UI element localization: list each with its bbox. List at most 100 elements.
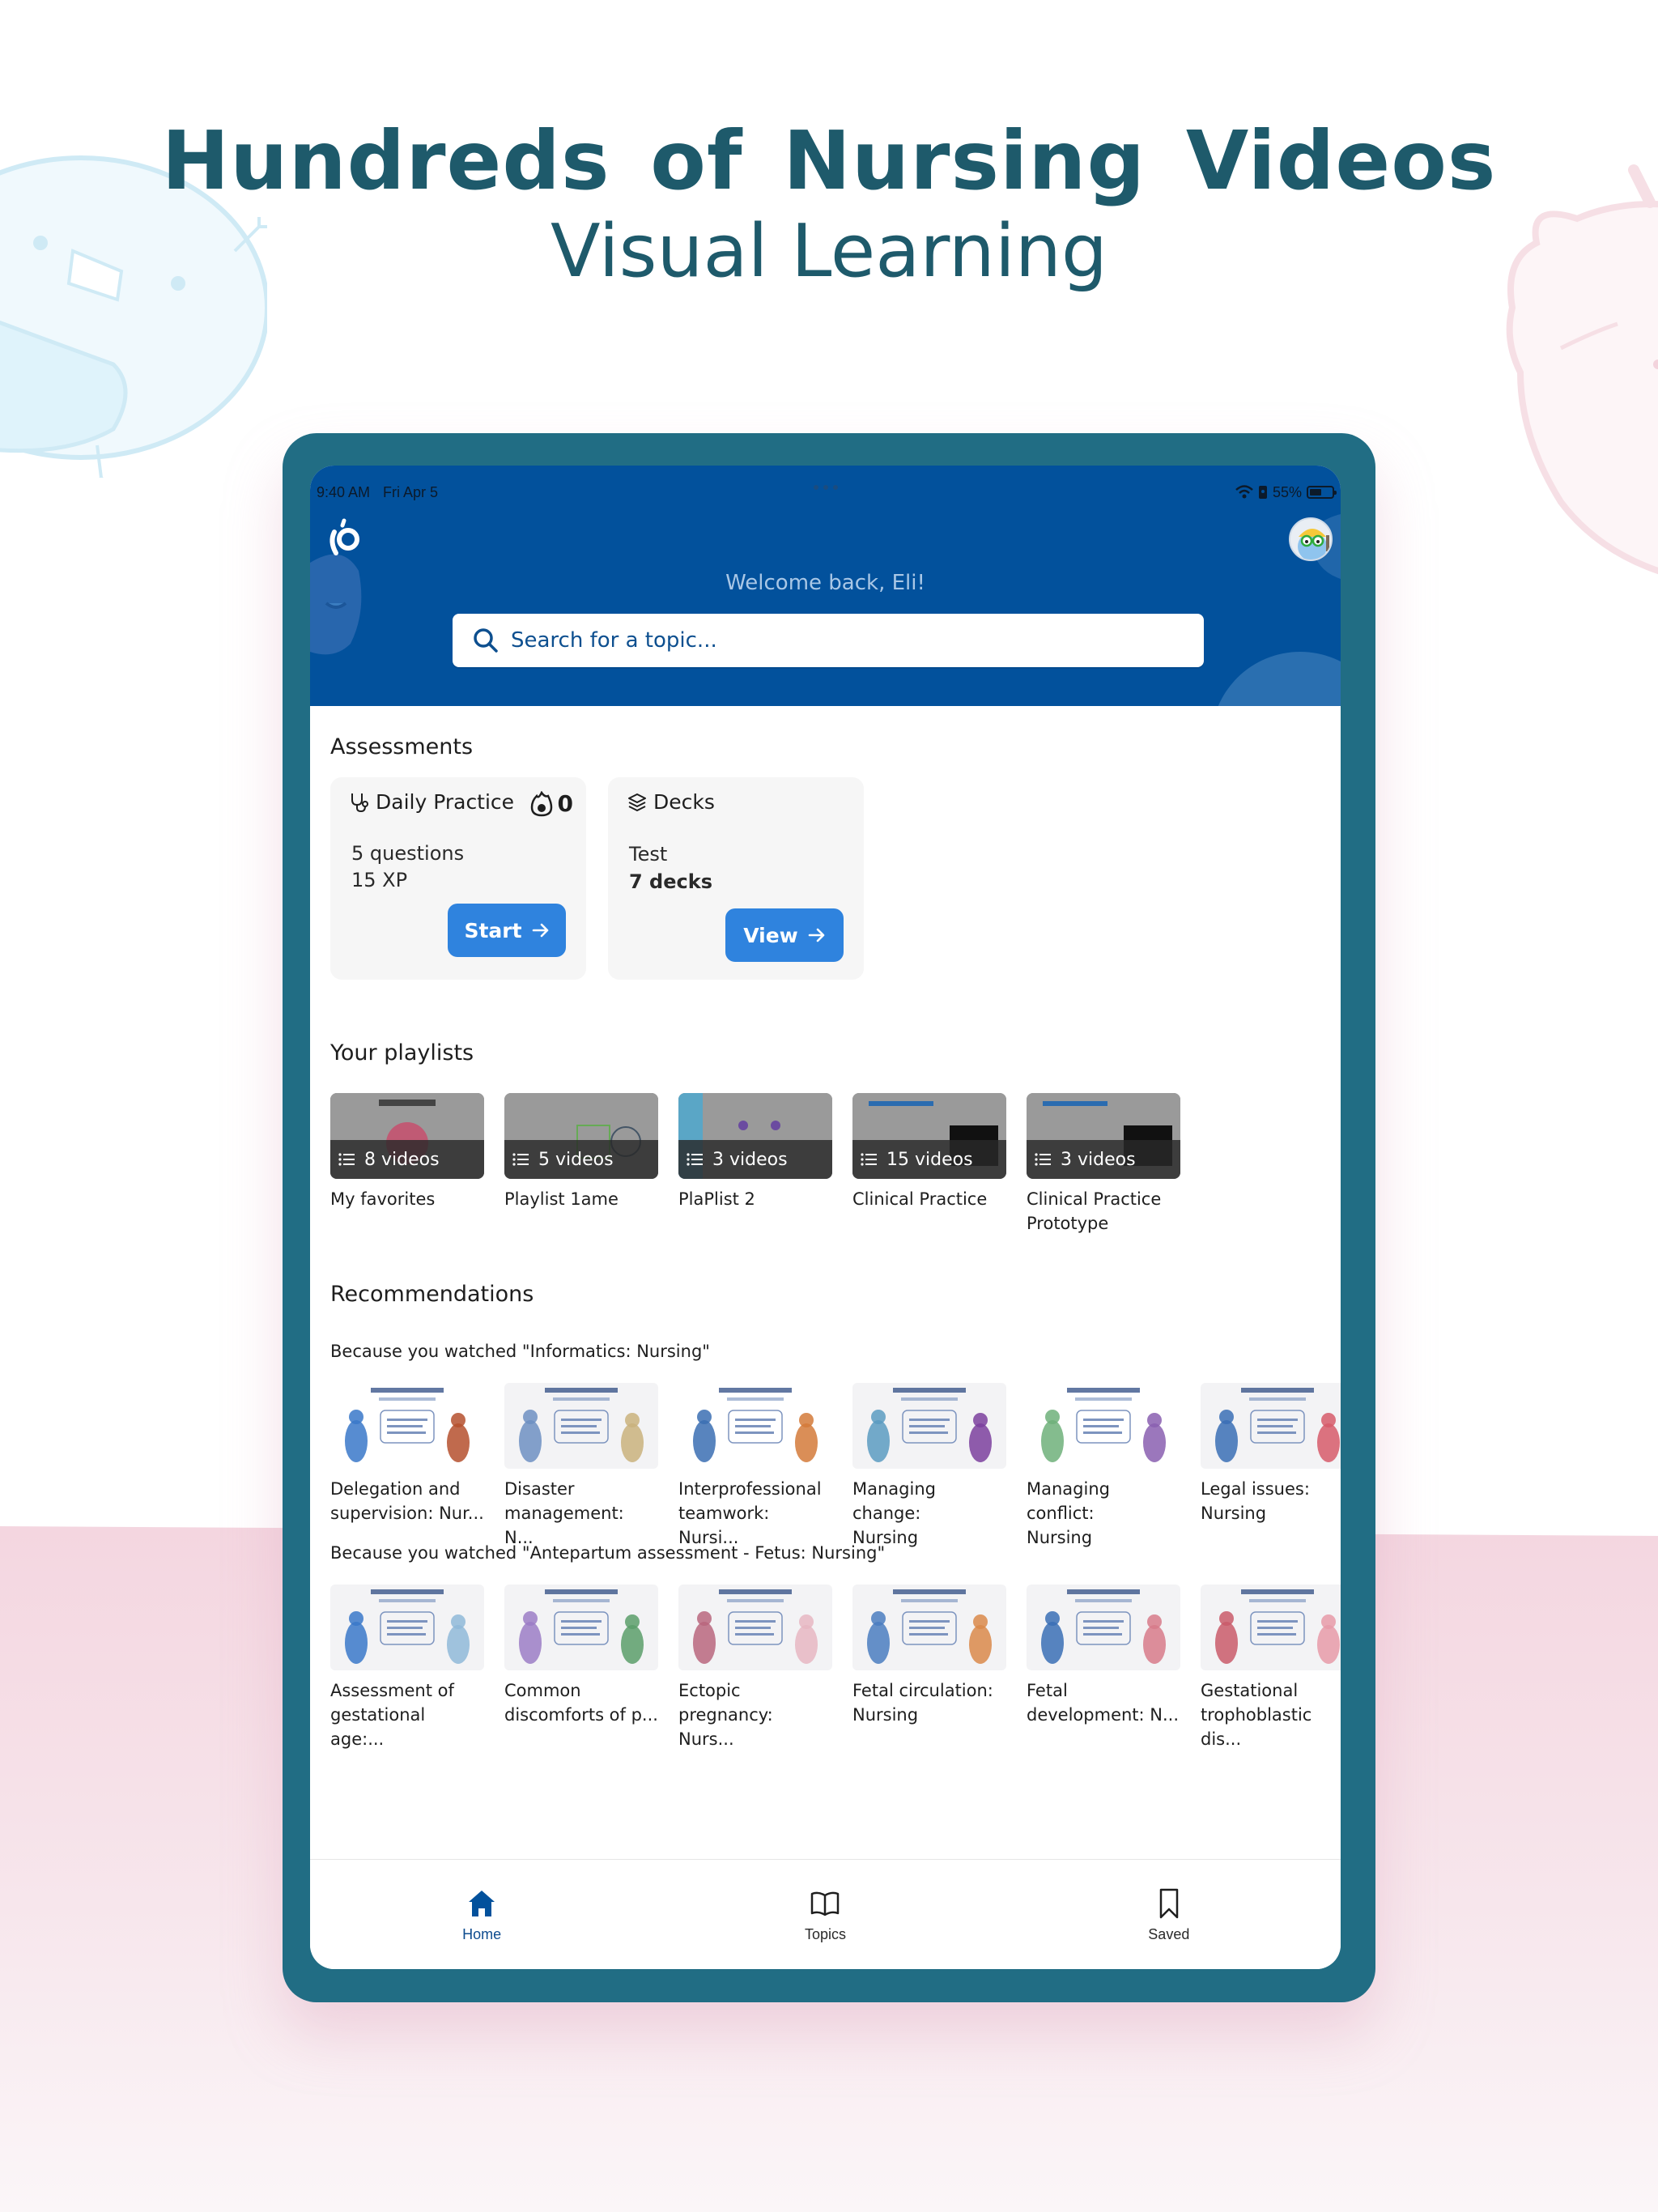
video-thumbnail-art	[693, 1589, 818, 1664]
recommended-video[interactable]: Fetal development: N...	[1027, 1585, 1180, 1727]
video-thumbnail	[678, 1585, 832, 1670]
recommended-video[interactable]: Managing conflict: Nursing	[1027, 1383, 1180, 1550]
video-title-line1: Fetal	[1027, 1681, 1068, 1700]
daily-xp: 15 XP	[351, 869, 408, 891]
video-thumbnail	[504, 1585, 658, 1670]
recommended-video[interactable]: Managing change: Nursing	[852, 1383, 1006, 1550]
header-mascot-decor	[310, 554, 362, 655]
playlist-video-count: 8 videos	[364, 1149, 440, 1170]
video-title-line2: Nursing	[852, 1705, 919, 1725]
list-icon	[687, 1153, 703, 1166]
playlist-thumbnail: 8 videos	[330, 1093, 484, 1179]
tab-topics-label: Topics	[804, 1926, 846, 1942]
video-title-line1: Legal issues:	[1201, 1479, 1310, 1499]
multitask-dots[interactable]	[813, 485, 838, 490]
start-button[interactable]: Start	[448, 904, 566, 957]
video-title-line1: Fetal circulation:	[852, 1681, 993, 1700]
playlist-thumbnail: 3 videos	[678, 1093, 832, 1179]
daily-practice-title: Daily Practice	[376, 790, 515, 814]
video-thumbnail-art	[345, 1589, 470, 1664]
decks-count: 7 decks	[629, 870, 712, 893]
streak-counter: 0	[530, 790, 573, 817]
playlist-card[interactable]: 3 videos Clinical Practice Prototype	[1027, 1093, 1180, 1236]
tab-topics[interactable]: Topics	[653, 1860, 997, 1969]
playlist-name: My favorites	[330, 1189, 436, 1209]
video-title: Delegation and supervision: Nur...	[330, 1477, 484, 1525]
video-thumbnail	[1027, 1383, 1180, 1469]
playlist-name: PlaPlist 2	[678, 1189, 755, 1209]
recommended-video[interactable]: Common discomforts of p...	[504, 1585, 658, 1727]
recommended-video[interactable]: Interprofessional teamwork: Nursi...	[678, 1383, 832, 1550]
view-button[interactable]: View	[725, 908, 844, 962]
decks-card[interactable]: Decks Test 7 decks View	[608, 777, 864, 980]
recommended-video[interactable]: Legal issues: Nursing	[1201, 1383, 1341, 1525]
playlist-count-overlay: 3 videos	[678, 1140, 832, 1179]
status-time: 9:40 AM	[317, 483, 371, 500]
recommended-video[interactable]: Assessment of gestational age:...	[330, 1585, 484, 1751]
arrow-right-icon	[808, 928, 825, 942]
user-avatar[interactable]	[1289, 517, 1333, 561]
recommendations-title: Recommendations	[330, 1282, 534, 1307]
video-title: Assessment of gestational age:...	[330, 1678, 484, 1751]
search-placeholder: Search for a topic...	[511, 628, 717, 653]
playlist-count-overlay: 5 videos	[504, 1140, 658, 1179]
tab-saved-label: Saved	[1148, 1926, 1190, 1942]
video-title: Fetal circulation: Nursing	[852, 1678, 1006, 1727]
playlist-name: Clinical Practice	[852, 1189, 988, 1209]
bookmark-icon	[1159, 1888, 1179, 1919]
playlist-name: Clinical Practice Prototype	[1027, 1189, 1162, 1233]
video-title: Legal issues: Nursing	[1201, 1477, 1341, 1525]
tablet-frame: 9:40 AM Fri Apr 5 55% Welcome back, Eli!…	[283, 433, 1375, 2002]
video-thumbnail	[1201, 1585, 1341, 1670]
recommended-video[interactable]: Ectopic pregnancy: Nurs...	[678, 1585, 832, 1751]
status-bar: 9:40 AM Fri Apr 5 55%	[317, 480, 1337, 504]
reco-group-heading: Because you watched "Informatics: Nursin…	[330, 1342, 710, 1361]
daily-practice-card[interactable]: Daily Practice 0 5 questions 15 XP Start	[330, 777, 586, 980]
playlist-count-overlay: 15 videos	[852, 1140, 1006, 1179]
header-decor-blob	[1211, 652, 1341, 706]
daily-questions: 5 questions	[351, 842, 465, 865]
video-thumbnail	[330, 1383, 484, 1469]
decks-title: Decks	[653, 790, 715, 814]
book-icon	[811, 1891, 840, 1916]
tab-saved[interactable]: Saved	[997, 1860, 1341, 1969]
layers-icon	[628, 793, 646, 811]
playlist-card[interactable]: 5 videos Playlist 1ame	[504, 1093, 658, 1211]
home-icon	[469, 1891, 495, 1916]
video-title-line1: Delegation and	[330, 1479, 461, 1499]
tab-home[interactable]: Home	[310, 1860, 653, 1969]
video-title-line2: supervision: Nur...	[330, 1504, 484, 1523]
playlist-card[interactable]: 3 videos PlaPlist 2	[678, 1093, 832, 1211]
video-title-line1: Assessment of	[330, 1681, 454, 1700]
video-thumbnail-art	[867, 1589, 992, 1664]
playlist-card[interactable]: 15 videos Clinical Practice	[852, 1093, 1006, 1211]
video-title-line2: discomforts of p...	[504, 1705, 658, 1725]
video-title: Gestational trophoblastic dis...	[1201, 1678, 1341, 1751]
playlist-video-count: 15 videos	[886, 1149, 973, 1170]
playlist-video-count: 5 videos	[538, 1149, 614, 1170]
playlist-card[interactable]: 8 videos My favorites	[330, 1093, 484, 1211]
recommended-video[interactable]: Disaster management: N...	[504, 1383, 658, 1550]
video-title-line1: Gestational	[1201, 1681, 1299, 1700]
playlist-thumbnail: 3 videos	[1027, 1093, 1180, 1179]
video-title-line1: Managing conflict:	[1027, 1479, 1110, 1523]
search-input[interactable]: Search for a topic...	[453, 614, 1204, 667]
recommended-video[interactable]: Fetal circulation: Nursing	[852, 1585, 1006, 1727]
view-button-label: View	[743, 923, 798, 947]
video-title: Interprofessional teamwork: Nursi...	[678, 1477, 832, 1550]
video-title: Fetal development: N...	[1027, 1678, 1180, 1727]
decks-name: Test	[629, 843, 668, 866]
list-icon	[338, 1153, 355, 1166]
video-thumbnail-art	[693, 1388, 818, 1462]
video-title-line1: Managing change:	[852, 1479, 936, 1523]
video-title-line2: Nursing	[1201, 1504, 1267, 1523]
playlists-title: Your playlists	[330, 1040, 474, 1066]
video-thumbnail	[852, 1383, 1006, 1469]
recommended-video[interactable]: Gestational trophoblastic dis...	[1201, 1585, 1341, 1751]
recommended-video[interactable]: Delegation and supervision: Nur...	[330, 1383, 484, 1525]
playlist-name: Playlist 1ame	[504, 1189, 619, 1209]
osmosis-logo-icon[interactable]	[326, 517, 363, 558]
battery-percent: 55%	[1272, 483, 1302, 500]
start-button-label: Start	[464, 918, 522, 942]
playlist-count-overlay: 8 videos	[330, 1140, 484, 1179]
